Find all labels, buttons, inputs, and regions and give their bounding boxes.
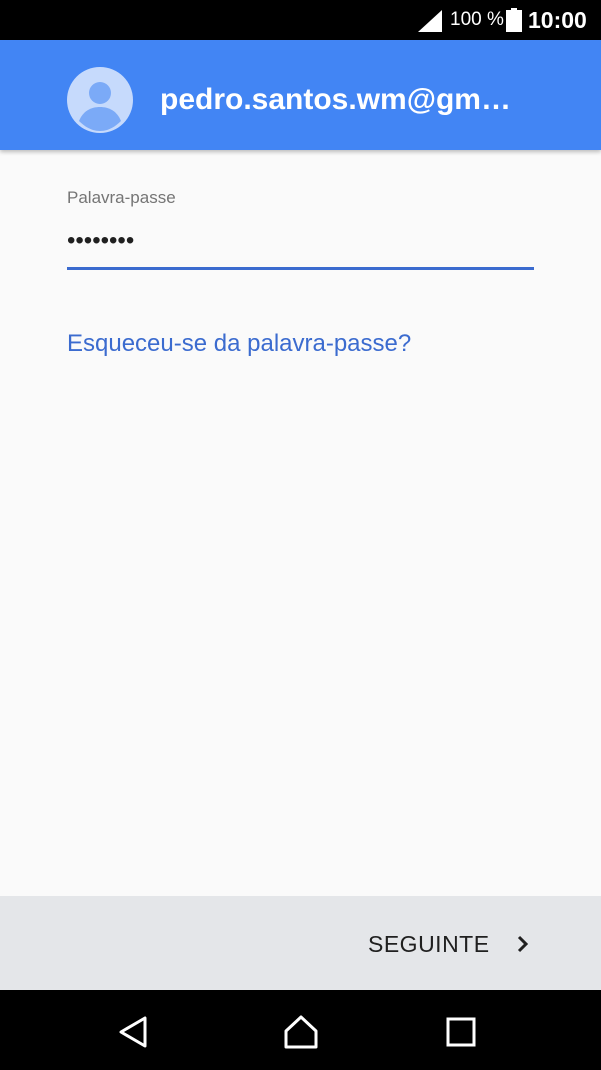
avatar-icon — [67, 67, 133, 133]
next-button[interactable]: SEGUINTE — [356, 924, 546, 964]
next-button-label: SEGUINTE — [368, 931, 490, 957]
password-label: Palavra-passe — [67, 188, 176, 207]
back-icon[interactable] — [115, 1014, 151, 1050]
chevron-right-icon — [516, 934, 530, 959]
status-bar: 100 % 10:00 — [0, 0, 601, 40]
home-icon[interactable] — [283, 1014, 319, 1050]
clock: 10:00 — [528, 7, 587, 33]
account-email: pedro.santos.wm@gm… — [160, 83, 511, 116]
password-input[interactable]: •••••••• — [67, 226, 527, 256]
account-header: pedro.santos.wm@gm… — [0, 40, 601, 150]
battery-icon — [506, 8, 522, 37]
signal-icon — [418, 10, 442, 37]
navigation-bar — [0, 990, 601, 1070]
recents-icon[interactable] — [443, 1014, 479, 1050]
password-underline — [67, 267, 534, 270]
password-field[interactable]: Palavra-passe •••••••• — [67, 186, 534, 272]
battery-percent: 100 % — [450, 9, 504, 30]
forgot-password-link[interactable]: Esqueceu-se da palavra-passe? — [67, 328, 411, 360]
